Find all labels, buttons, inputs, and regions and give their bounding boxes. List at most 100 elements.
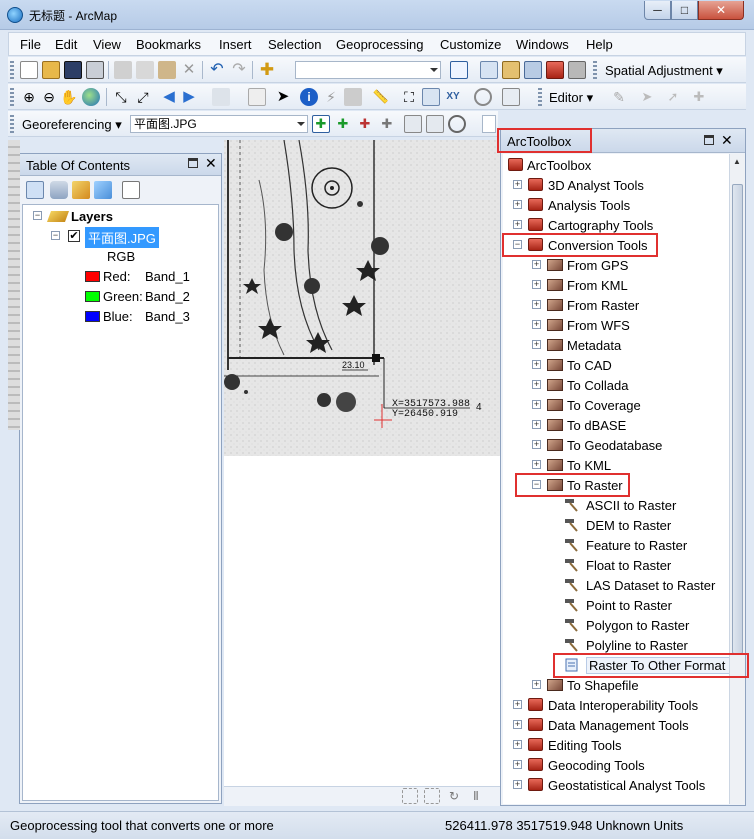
toolbox-item-cartography-tools[interactable]: + Cartography Tools [503,215,729,235]
expand-toggle-icon[interactable]: + [532,400,541,409]
pause-drawing-icon[interactable]: Ⅱ [468,788,484,804]
toolbox-item-to-collada[interactable]: + To Collada [503,375,729,395]
toolbox-item-3d-analyst-tools[interactable]: +3D Analyst Tools [503,175,729,195]
layers-label[interactable]: Layers [71,209,113,224]
toolbox-item-analysis-tools[interactable]: + Analysis Tools [503,195,729,215]
zoom-out-icon[interactable]: ⊖ [40,88,58,106]
pan-hand-icon[interactable]: ✋ [60,88,78,106]
map-display[interactable]: 23.10 X=3517573.988 Y=26450.919 4 [224,140,500,456]
editor-menu[interactable]: Editor ▾ [549,90,593,106]
menu-insert[interactable]: Insert [219,37,252,52]
view-link-table-icon[interactable] [404,115,422,133]
georeferencing-menu[interactable]: Georeferencing ▾ [22,117,122,133]
select-elements-arrow-icon[interactable]: ➤ [274,88,292,106]
toolbox-item-ascii-to-raster[interactable]: ASCII to Raster [503,495,729,515]
redo-icon[interactable]: ↷ [230,61,248,79]
zoom-in-icon[interactable]: ⊕ [20,88,38,106]
python-window-icon[interactable] [568,61,586,79]
toc-autohide-icon[interactable] [188,158,198,168]
toolbox-item-from-gps[interactable]: + From GPS [503,255,729,275]
data-view-icon[interactable] [424,788,440,804]
undo-icon[interactable]: ↶ [208,61,226,79]
full-extent-globe-icon[interactable] [82,88,100,106]
search-window-icon[interactable] [524,61,542,79]
layer-visibility-checkbox[interactable]: ✔ [68,230,80,242]
arctoolbox-scrollbar[interactable]: ▲ [729,154,745,804]
menu-geoprocessing[interactable]: Geoprocessing [336,37,423,52]
expand-toggle-icon[interactable]: + [513,780,522,789]
arctoolbox-icon[interactable] [546,61,564,79]
toolbox-item-las-dataset-to-raster[interactable]: LAS Dataset to Raster [503,575,729,595]
editor-toolbar-icon[interactable] [450,61,468,79]
expand-toggle-icon[interactable]: + [532,460,541,469]
layers-collapse-toggle[interactable]: − [33,211,42,220]
maximize-button[interactable]: □ [671,1,698,20]
toolbox-item-to-coverage[interactable]: + To Coverage [503,395,729,415]
cut-icon[interactable] [114,61,132,79]
select-features-icon[interactable] [212,88,230,106]
list-by-source-icon[interactable] [50,181,68,199]
menu-help[interactable]: Help [586,37,613,52]
edit-sketch-pencil-icon[interactable]: ✎ [610,88,628,106]
expand-toggle-icon[interactable]: + [513,700,522,709]
viewer-window-icon[interactable] [502,88,520,106]
expand-toggle-icon[interactable]: + [532,680,541,689]
expand-toggle-icon[interactable]: + [513,180,522,189]
rotate-angle-input[interactable] [482,115,496,133]
menu-windows[interactable]: Windows [516,37,569,52]
spatial-adjustment-menu[interactable]: Spatial Adjustment ▾ [605,63,723,79]
toolbox-item-geocoding-tools[interactable]: + Geocoding Tools [503,755,729,775]
identify-icon[interactable]: i [300,88,318,106]
georef-layer-dropdown[interactable]: 平面图.JPG [130,115,308,133]
toolbox-item-to-kml[interactable]: + To KML [503,455,729,475]
toolbox-item-data-management-tools[interactable]: + Data Management Tools [503,715,729,735]
add-control-points-arrow-icon[interactable]: ✚ [334,115,352,133]
toolbox-item-editing-tools[interactable]: + Editing Tools [503,735,729,755]
menu-selection[interactable]: Selection [268,37,321,52]
layout-view-icon[interactable] [402,788,418,804]
back-arrow-icon[interactable]: ◀ [160,88,178,106]
title-bar[interactable]: 无标题 - ArcMap ─ □ ✕ [0,0,754,30]
list-by-visibility-icon[interactable] [72,181,90,199]
expand-toggle-icon[interactable]: + [532,420,541,429]
expand-toggle-icon[interactable]: + [532,440,541,449]
menu-bookmarks[interactable]: Bookmarks [136,37,201,52]
rotate-icon[interactable] [448,115,466,133]
expand-toggle-icon[interactable]: + [532,380,541,389]
expand-toggle-icon[interactable]: + [513,760,522,769]
refresh-icon[interactable]: ↻ [446,788,462,804]
map-empty-area[interactable] [224,456,500,805]
toolbox-item-to-shapefile[interactable]: + To Shapefile [503,675,729,695]
add-control-points-icon[interactable]: ✚ [312,115,330,133]
catalog-icon[interactable] [502,61,520,79]
hyperlink-icon[interactable]: ⚡ [322,88,340,106]
toolbox-item-geostatistical-analyst-tools[interactable]: + Geostatistical Analyst Tools [503,775,729,795]
expand-toggle-icon[interactable]: + [513,720,522,729]
fixed-zoom-out-icon[interactable]: ⤢ [134,88,152,106]
toolbox-item-feature-to-raster[interactable]: Feature to Raster [503,535,729,555]
toolbox-item-from-raster[interactable]: + From Raster [503,295,729,315]
toc-window-icon[interactable] [480,61,498,79]
find-binoculars-icon[interactable]: ⛶ [400,88,418,106]
toolbox-item-float-to-raster[interactable]: Float to Raster [503,555,729,575]
delete-icon[interactable]: ✕ [180,61,198,79]
expand-toggle-icon[interactable]: + [513,220,522,229]
toolbox-item-polyline-to-raster[interactable]: Polyline to Raster [503,635,729,655]
fixed-zoom-in-icon[interactable]: ⤡ [112,88,130,106]
expand-toggle-icon[interactable]: + [513,200,522,209]
menu-view[interactable]: View [93,37,121,52]
expand-toggle-icon[interactable]: + [513,740,522,749]
forward-arrow-icon[interactable]: ▶ [180,88,198,106]
save-icon[interactable] [64,61,82,79]
toolbox-item-from-kml[interactable]: + From KML [503,275,729,295]
print-icon[interactable] [86,61,104,79]
close-button[interactable]: ✕ [698,1,744,20]
toc-close-icon[interactable]: ✕ [205,155,217,172]
toolbox-item-dem-to-raster[interactable]: DEM to Raster [503,515,729,535]
open-folder-icon[interactable] [42,61,60,79]
expand-toggle-icon[interactable]: + [532,340,541,349]
minimize-button[interactable]: ─ [644,1,671,20]
scroll-up-icon[interactable]: ▲ [733,157,741,166]
list-by-selection-icon[interactable] [94,181,112,199]
time-slider-icon[interactable] [474,88,492,106]
